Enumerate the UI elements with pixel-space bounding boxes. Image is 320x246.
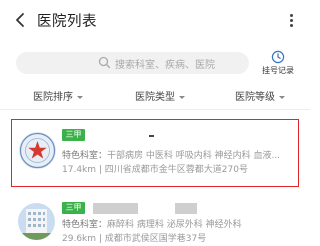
- filter-level[interactable]: 医院等级: [235, 88, 285, 103]
- hospital-name-redacted: [175, 203, 197, 214]
- back-arrow-icon[interactable]: [14, 12, 26, 28]
- hospital-distance-address: 29.6km | 成都市武侯区国学巷37号: [62, 234, 207, 244]
- specialties-label: 特色科室：: [62, 151, 108, 161]
- page-title: 医院列表: [37, 14, 97, 30]
- hospital-building-icon: [18, 203, 55, 240]
- more-dots-icon[interactable]: [282, 12, 300, 28]
- filter-type[interactable]: 医院类型: [135, 88, 185, 103]
- hospital-card[interactable]: 三甲 特色科室：干部病房 中医科 呼吸内科 神经内科 血液... 17.4km …: [11, 119, 299, 187]
- caret-down-icon: [179, 95, 185, 99]
- hospital-distance-address: 17.4km | 四川省成都市金牛区蓉都大道270号: [62, 165, 248, 175]
- app-header: 医院列表: [0, 0, 310, 40]
- filter-bar: 医院排序 医院类型 医院等级: [0, 88, 310, 108]
- search-icon: [98, 56, 111, 69]
- search-input[interactable]: 搜索科室、疾病、医院: [16, 52, 249, 74]
- hospital-name-redacted: [149, 135, 154, 137]
- filter-level-label: 医院等级: [235, 92, 275, 103]
- search-placeholder: 搜索科室、疾病、医院: [115, 60, 215, 71]
- hospital-level-badge: 三甲: [62, 202, 85, 214]
- specialties-value: 麻醉科 病理科 泌尿外科 神经外科: [107, 220, 242, 230]
- hospital-card[interactable]: 三甲 特色科室：麻醉科 病理科 泌尿外科 神经外科 29.6km | 成都市武侯…: [0, 198, 310, 246]
- specialties-label: 特色科室：: [62, 220, 108, 230]
- caret-down-icon: [279, 95, 285, 99]
- hospital-name-redacted: [93, 203, 138, 214]
- divider: [0, 109, 310, 110]
- hospital-specialties: 特色科室：麻醉科 病理科 泌尿外科 神经外科: [62, 217, 242, 230]
- clock-icon: [271, 50, 285, 64]
- hospital-level-badge: 三甲: [62, 129, 85, 141]
- registration-history-button[interactable]: 挂号记录: [258, 50, 298, 80]
- filter-type-label: 医院类型: [135, 92, 175, 103]
- hospital-emblem-icon: [19, 132, 56, 169]
- registration-history-label: 挂号记录: [262, 66, 294, 75]
- filter-sort[interactable]: 医院排序: [33, 88, 83, 103]
- caret-down-icon: [77, 95, 83, 99]
- hospital-specialties: 特色科室：干部病房 中医科 呼吸内科 神经内科 血液...: [62, 148, 280, 161]
- filter-sort-label: 医院排序: [33, 92, 73, 103]
- specialties-value: 干部病房 中医科 呼吸内科 神经内科 血液...: [107, 151, 281, 161]
